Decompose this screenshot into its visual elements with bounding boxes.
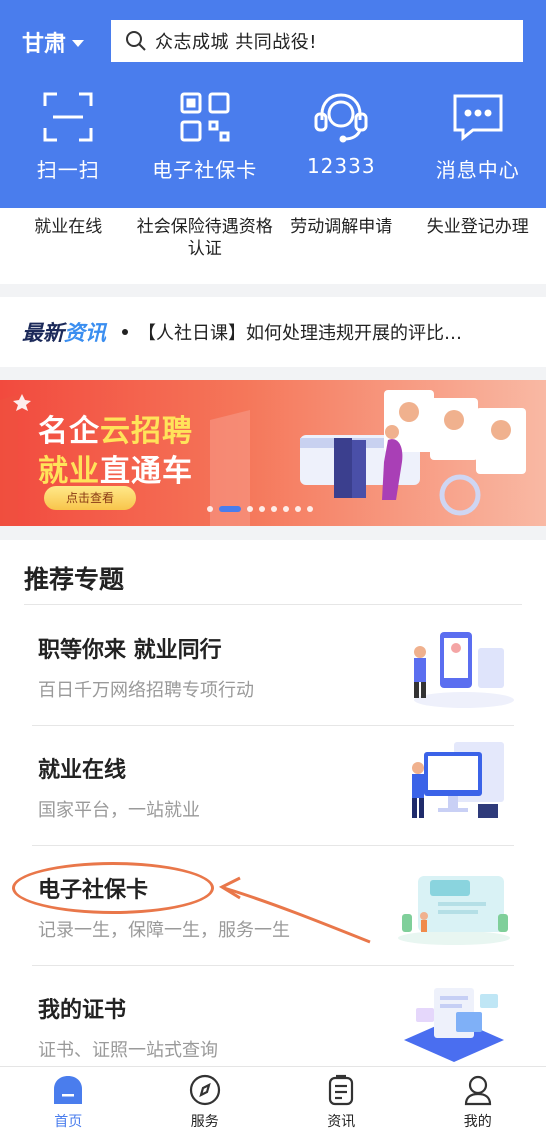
user-icon [464, 1075, 491, 1106]
tab-news[interactable]: 资讯 [273, 1067, 410, 1136]
section-title: 推荐专题 [24, 565, 125, 594]
news-ticker[interactable]: 最新 资讯 【人社日课】如何处理违规开展的评比… [0, 297, 546, 367]
recommended-topics: 推荐专题 职等你来 就业同行 百日千万网络招聘专项行动 就业在线 国家平台，一站… [0, 540, 546, 1066]
topic-subtitle: 百日千万网络招聘专项行动 [38, 680, 254, 701]
pager-dot[interactable] [283, 506, 289, 512]
news-headline[interactable]: 【人社日课】如何处理违规开展的评比… [138, 319, 462, 345]
service-item[interactable]: 就业在线 [0, 208, 137, 284]
quick-action-label: 电子社保卡 [152, 158, 258, 182]
quick-action-social-card[interactable]: 电子社保卡 [137, 90, 274, 194]
quick-action-hotline[interactable]: 12333 [273, 90, 410, 194]
quick-action-label: 扫一扫 [36, 158, 100, 182]
divider [24, 604, 522, 605]
service-item[interactable]: 劳动调解申请 [273, 208, 410, 284]
tab-label: 资讯 [327, 1114, 356, 1130]
bottom-tab-bar: 首页 服务 资讯 我的 [0, 1066, 546, 1136]
banner-line2: 就业直通车 [38, 446, 193, 490]
compass-icon [189, 1074, 220, 1106]
job-fair-illustration [414, 632, 514, 708]
topic-subtitle: 国家平台，一站就业 [38, 800, 200, 821]
service-grid: 就业在线 社会保险待遇资格认证 劳动调解申请 失业登记办理 [0, 208, 546, 284]
pager-dot[interactable] [295, 506, 301, 512]
top-bar: 甘肃 众志成城 共同战役! [0, 18, 546, 64]
tab-label: 我的 [463, 1114, 492, 1130]
banner-cta-button[interactable]: 点击查看 [44, 486, 136, 510]
pager-dot[interactable] [259, 506, 265, 512]
pager-dot[interactable] [247, 506, 253, 512]
banner-line1-b: 云招聘 [100, 414, 193, 449]
region-selector[interactable]: 甘肃 [22, 26, 85, 58]
quick-action-scan[interactable]: 扫一扫 [0, 90, 137, 194]
news-icon [329, 1074, 354, 1106]
pager-dot[interactable] [307, 506, 313, 512]
topic-card[interactable]: 就业在线 国家平台，一站就业 [32, 726, 514, 846]
topic-card[interactable]: 职等你来 就业同行 百日千万网络招聘专项行动 [32, 606, 514, 726]
banner-line1: 名企云招聘 [38, 406, 193, 450]
banner-line2-a: 就业 [38, 454, 100, 489]
tab-services[interactable]: 服务 [137, 1067, 274, 1136]
service-item[interactable]: 失业登记办理 [410, 208, 546, 284]
employment-online-illustration [412, 742, 504, 818]
carousel-pager[interactable] [207, 506, 313, 512]
headset-icon [314, 93, 368, 143]
banner-line2-b: 直通车 [100, 454, 193, 489]
qr-code-icon [180, 92, 230, 142]
banner-line1-a: 名企 [38, 414, 100, 449]
region-label: 甘肃 [22, 32, 67, 57]
tab-profile[interactable]: 我的 [410, 1067, 546, 1136]
quick-action-label: 12333 [306, 154, 376, 178]
tab-label: 首页 [54, 1114, 83, 1130]
service-item[interactable]: 社会保险待遇资格认证 [137, 208, 274, 284]
annotation-arrow [218, 876, 371, 944]
topic-title: 职等你来 就业同行 [38, 638, 222, 663]
certificate-illustration [404, 988, 504, 1062]
bullet-dot [122, 329, 128, 335]
quick-action-label: 消息中心 [435, 158, 520, 182]
search-placeholder: 众志成城 共同战役! [155, 32, 317, 53]
annotation-circle [12, 862, 214, 914]
message-icon [453, 94, 503, 142]
news-tag-latest: 最新 [22, 321, 64, 345]
caret-down-icon [72, 39, 85, 47]
promo-banner[interactable]: 名企云招聘 就业直通车 点击查看 [0, 380, 546, 526]
topic-title: 就业在线 [38, 758, 127, 783]
pager-dot-active[interactable] [219, 506, 241, 512]
search-bar[interactable]: 众志成城 共同战役! [111, 20, 523, 62]
topic-subtitle: 证书、证照一站式查询 [38, 1040, 218, 1061]
scan-icon [43, 92, 93, 142]
quick-actions: 扫一扫 电子社保卡 12333 消息中心 [0, 90, 546, 194]
home-icon [54, 1076, 83, 1104]
news-tag-info: 资讯 [64, 321, 106, 345]
social-security-card-illustration [398, 876, 510, 945]
topic-title: 我的证书 [38, 998, 127, 1023]
topic-card[interactable]: 我的证书 证书、证照一站式查询 [32, 966, 514, 1066]
pager-dot[interactable] [207, 506, 213, 512]
tab-home[interactable]: 首页 [0, 1067, 137, 1136]
pager-dot[interactable] [271, 506, 277, 512]
quick-action-messages[interactable]: 消息中心 [410, 90, 546, 194]
search-icon [126, 31, 146, 51]
app-header: 甘肃 众志成城 共同战役! 扫一扫 电子社保卡 12333 消息中心 [0, 0, 546, 208]
tab-label: 服务 [190, 1114, 219, 1130]
